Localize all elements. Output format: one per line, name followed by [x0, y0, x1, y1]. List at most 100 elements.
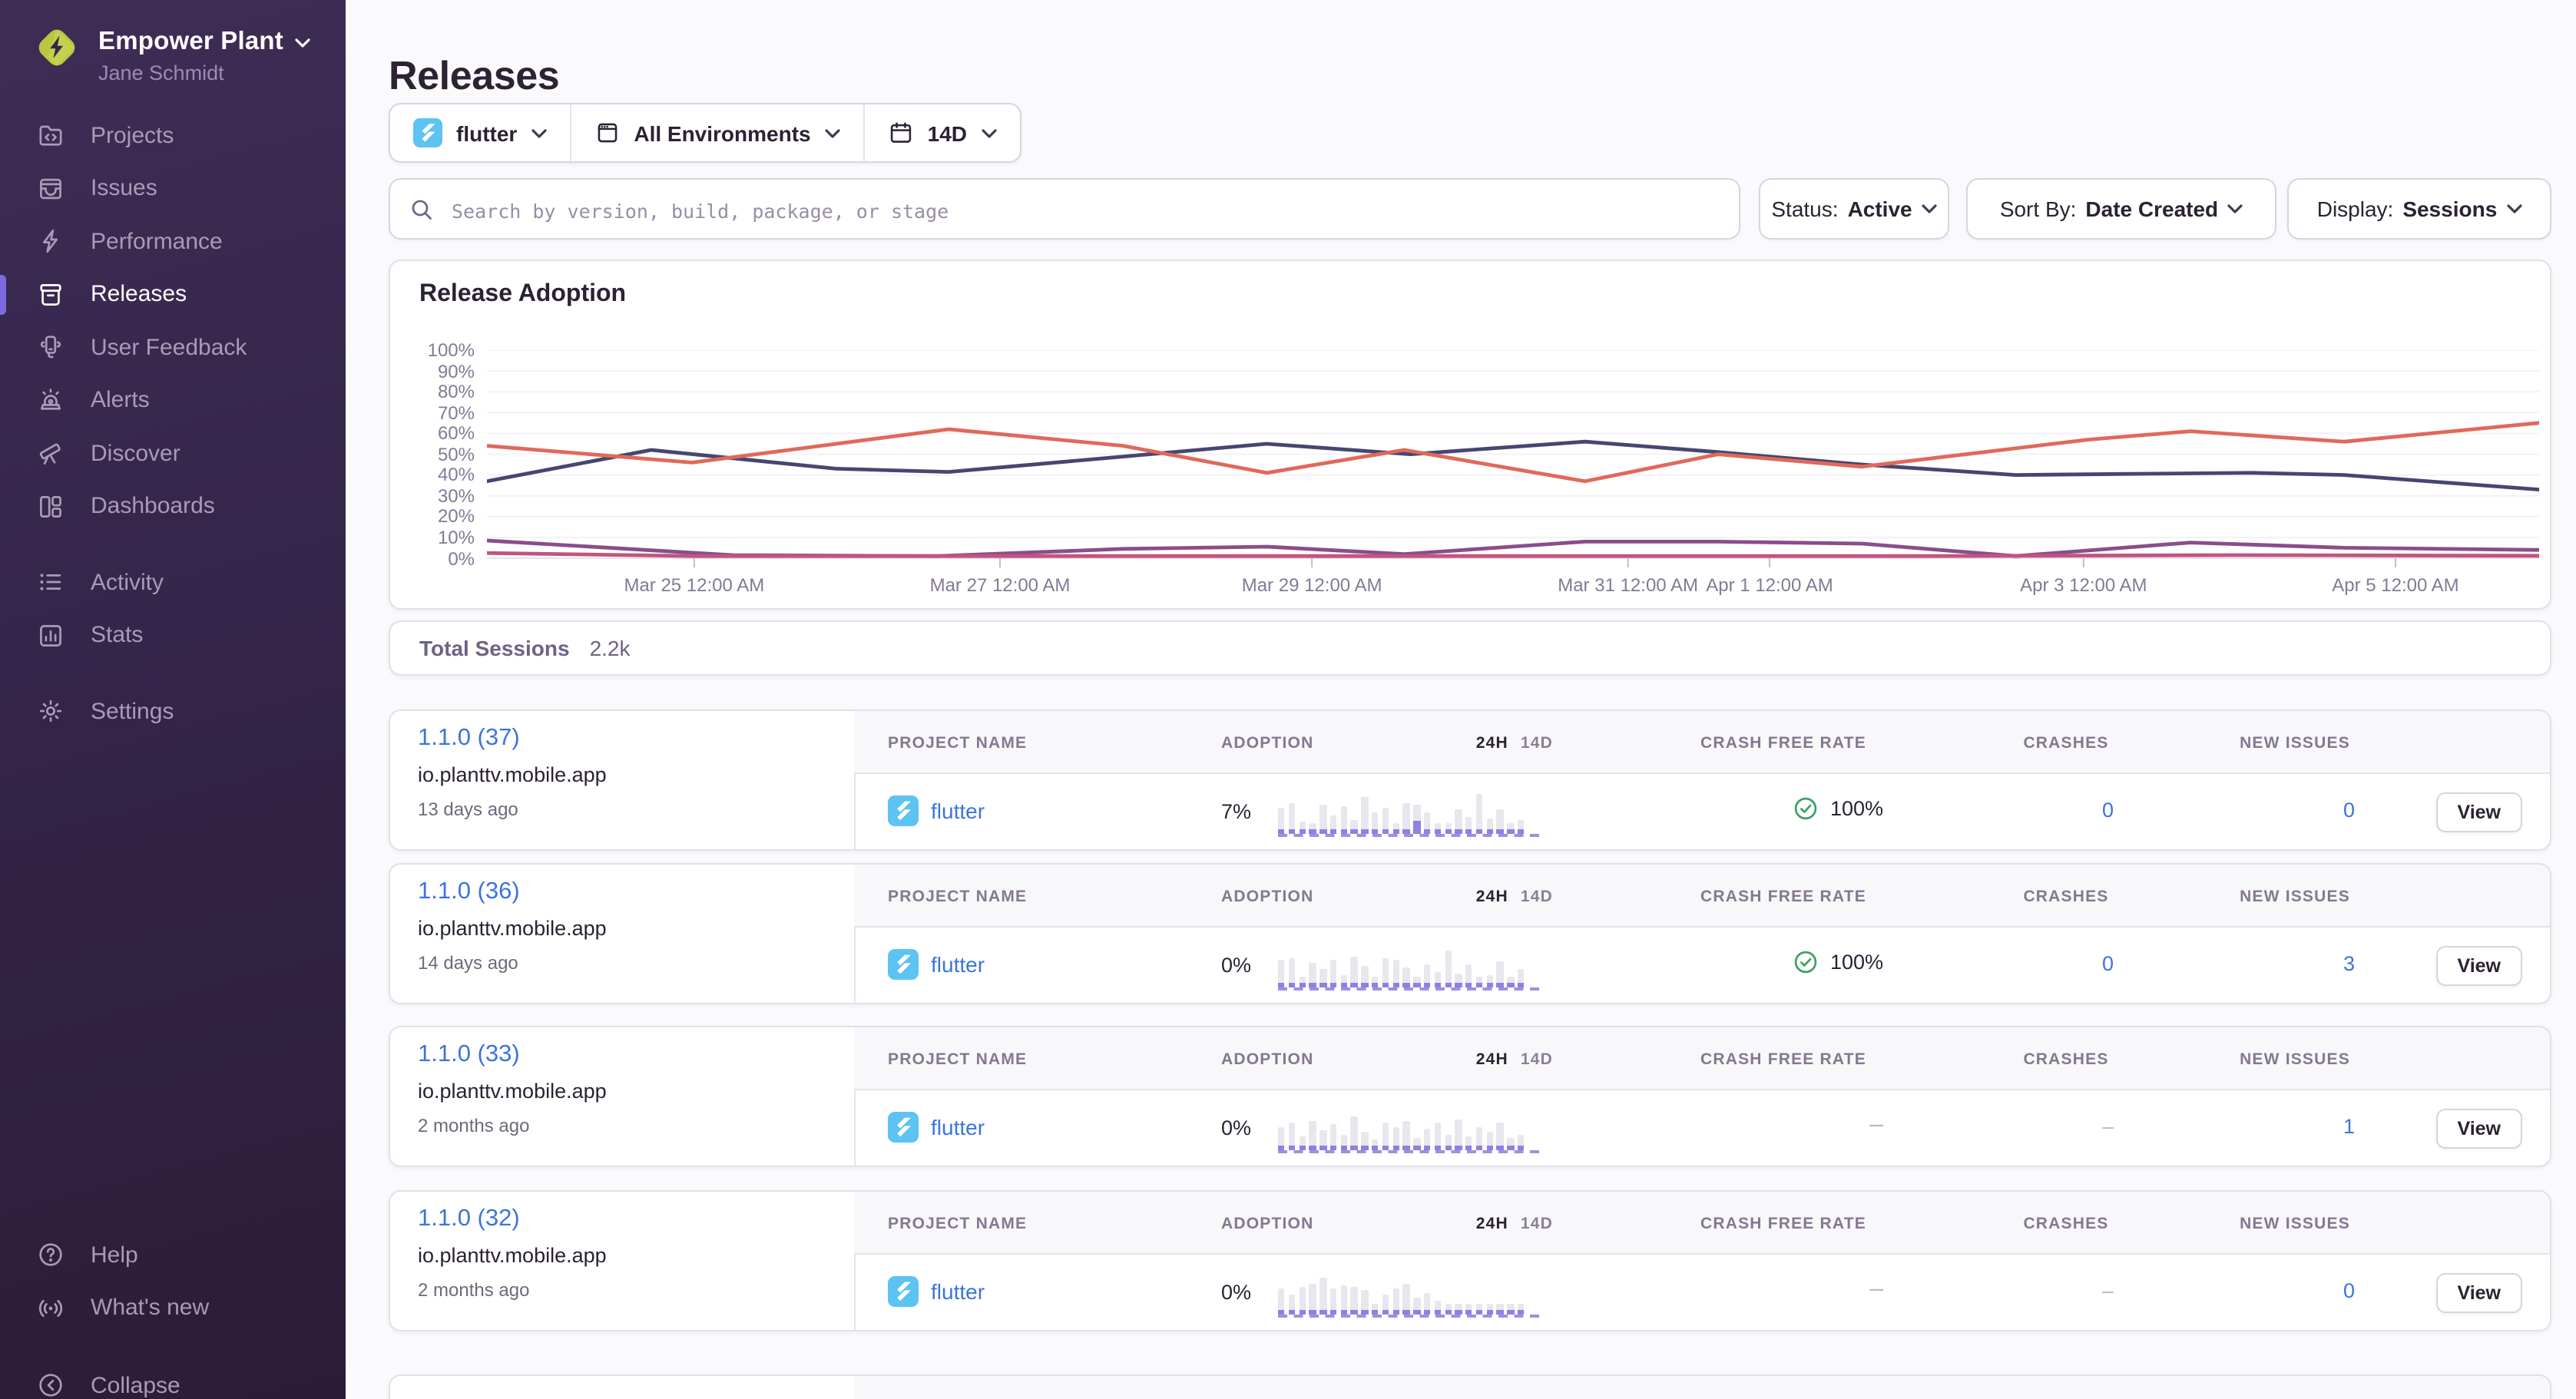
toggle-24h[interactable]: 24H — [1476, 1215, 1508, 1233]
toggle-14d[interactable]: 14D — [1521, 888, 1553, 906]
release-version-link[interactable]: 1.1.0 (36) — [418, 878, 520, 906]
sparkline-bar — [1403, 1121, 1410, 1150]
release-adoption-chart[interactable] — [487, 350, 2539, 574]
alerts-icon — [37, 387, 65, 415]
release-table-header: PROJECT NAME ADOPTION 24H 14D CRASH FREE… — [854, 1027, 2550, 1090]
toggle-14d[interactable]: 14D — [1521, 1050, 1553, 1069]
release-package: io.planttv.mobile.app — [418, 917, 607, 940]
sparkline-bar — [1445, 1135, 1452, 1150]
dashboards-icon — [37, 493, 65, 521]
chevron-down-icon — [981, 128, 996, 137]
new-issues-link[interactable]: 0 — [2343, 799, 2355, 822]
sparkline-bar — [1434, 1123, 1441, 1150]
sidebar-item-stats[interactable]: Stats — [0, 609, 346, 662]
project-link[interactable]: flutter — [888, 1112, 985, 1143]
chevron-down-icon — [531, 128, 546, 137]
display-dropdown-label: Display: — [2317, 197, 2394, 221]
sidebar-item-dashboards[interactable]: Dashboards — [0, 480, 346, 533]
flutter-icon — [888, 1276, 919, 1307]
sidebar-item-collapse[interactable]: Collapse — [0, 1359, 346, 1399]
crashes-cell: – — [1929, 1115, 2114, 1138]
column-crash-free-rate: CRASH FREE RATE — [1668, 888, 1899, 906]
sparkline-bar — [1289, 1123, 1296, 1150]
sparkline-bar — [1330, 1288, 1337, 1315]
sparkline-bar — [1403, 967, 1410, 987]
sidebar-item-settings[interactable]: Settings — [0, 685, 346, 738]
adoption-sparkline[interactable] — [1278, 941, 1539, 991]
adoption-value: 7% — [1221, 800, 1251, 823]
sparkline-bar — [1413, 1138, 1420, 1150]
project-link[interactable]: flutter — [888, 1276, 985, 1307]
sidebar-item-performance[interactable]: Performance — [0, 215, 346, 268]
sidebar-item-alerts[interactable]: Alerts — [0, 374, 346, 427]
sort-by-dropdown[interactable]: Sort By: Date Created — [1966, 178, 2276, 240]
adoption-value: 0% — [1221, 954, 1251, 977]
sidebar-item-user-feedback[interactable]: User Feedback — [0, 321, 346, 374]
sidebar-item-activity[interactable]: Activity — [0, 556, 346, 609]
sparkline-bar — [1382, 808, 1389, 834]
sparkline-bar — [1299, 1136, 1306, 1150]
project-filter-value: flutter — [456, 121, 517, 145]
crash-free-rate-value: 100% — [1830, 951, 1883, 974]
new-issues-link[interactable]: 3 — [2343, 952, 2355, 975]
search-icon — [409, 197, 435, 223]
project-link[interactable]: flutter — [888, 795, 985, 826]
sparkline-bar — [1518, 1135, 1525, 1150]
environment-filter[interactable]: All Environments — [569, 104, 863, 161]
search-input[interactable] — [449, 180, 1714, 241]
release-version-link[interactable]: 1.1.0 (33) — [418, 1041, 520, 1069]
view-button[interactable]: View — [2435, 1273, 2522, 1313]
sparkline-bar — [1497, 809, 1504, 834]
release-version-link[interactable]: 1.1.0 (32) — [418, 1206, 520, 1233]
y-axis-label: 50% — [390, 444, 475, 465]
new-issues-link[interactable]: 0 — [2343, 1279, 2355, 1302]
view-button[interactable]: View — [2435, 946, 2522, 986]
sparkline-bar — [1518, 820, 1525, 834]
project-filter[interactable]: flutter — [390, 104, 569, 161]
sidebar-item-help[interactable]: Help — [0, 1229, 346, 1282]
sparkline-bar — [1455, 974, 1462, 987]
crashes-link[interactable]: 0 — [2102, 799, 2114, 822]
release-version-link[interactable]: 1.1.0 (37) — [418, 725, 520, 752]
column-crash-free-rate: CRASH FREE RATE — [1668, 734, 1899, 752]
toggle-24h[interactable]: 24H — [1476, 734, 1508, 752]
sidebar-item-what-s-new[interactable]: What's new — [0, 1282, 346, 1335]
column-new-issues: NEW ISSUES — [2203, 1050, 2387, 1069]
project-link[interactable]: flutter — [888, 949, 985, 980]
display-dropdown[interactable]: Display: Sessions — [2287, 178, 2551, 240]
sparkline-bar — [1507, 977, 1514, 987]
sort-by-dropdown-label: Sort By: — [2000, 197, 2077, 221]
sparkline-bar — [1310, 963, 1316, 987]
adoption-sparkline[interactable] — [1278, 788, 1539, 837]
date-range-filter[interactable]: 14D — [863, 104, 1019, 161]
release-card-partial — [389, 1374, 2551, 1399]
empower-plant-logo — [34, 25, 80, 71]
org-switcher[interactable]: Empower Plant Jane Schmidt — [34, 25, 310, 84]
sparkline-bar — [1362, 797, 1369, 834]
sidebar-item-releases[interactable]: Releases — [0, 268, 346, 321]
sidebar-item-issues[interactable]: Issues — [0, 162, 346, 215]
status-dropdown[interactable]: Status: Active — [1759, 178, 1949, 240]
sidebar-item-projects[interactable]: Projects — [0, 109, 346, 162]
new-issues-cell: 3 — [2170, 952, 2355, 975]
toggle-24h[interactable]: 24H — [1476, 888, 1508, 906]
sparkline-bar — [1289, 958, 1296, 987]
release-age: 2 months ago — [418, 1279, 529, 1301]
view-button[interactable]: View — [2435, 792, 2522, 832]
chevron-down-icon — [2227, 204, 2243, 213]
toggle-14d[interactable]: 14D — [1521, 734, 1553, 752]
toggle-14d[interactable]: 14D — [1521, 1215, 1553, 1233]
adoption-sparkline[interactable] — [1278, 1104, 1539, 1153]
toggle-24h[interactable]: 24H — [1476, 1050, 1508, 1069]
adoption-sparkline[interactable] — [1278, 1268, 1539, 1318]
crashes-link[interactable]: 0 — [2102, 952, 2114, 975]
activity-icon — [37, 569, 65, 597]
y-axis-label: 90% — [390, 360, 475, 382]
release-table-row: flutter 0% – – 1 View — [854, 1089, 2550, 1167]
column-crashes: CRASHES — [1974, 734, 2158, 752]
new-issues-link[interactable]: 1 — [2343, 1115, 2355, 1138]
sidebar-item-discover[interactable]: Discover — [0, 427, 346, 480]
sparkline-bar — [1455, 1120, 1462, 1150]
view-button[interactable]: View — [2435, 1109, 2522, 1149]
y-axis-label: 20% — [390, 506, 475, 528]
